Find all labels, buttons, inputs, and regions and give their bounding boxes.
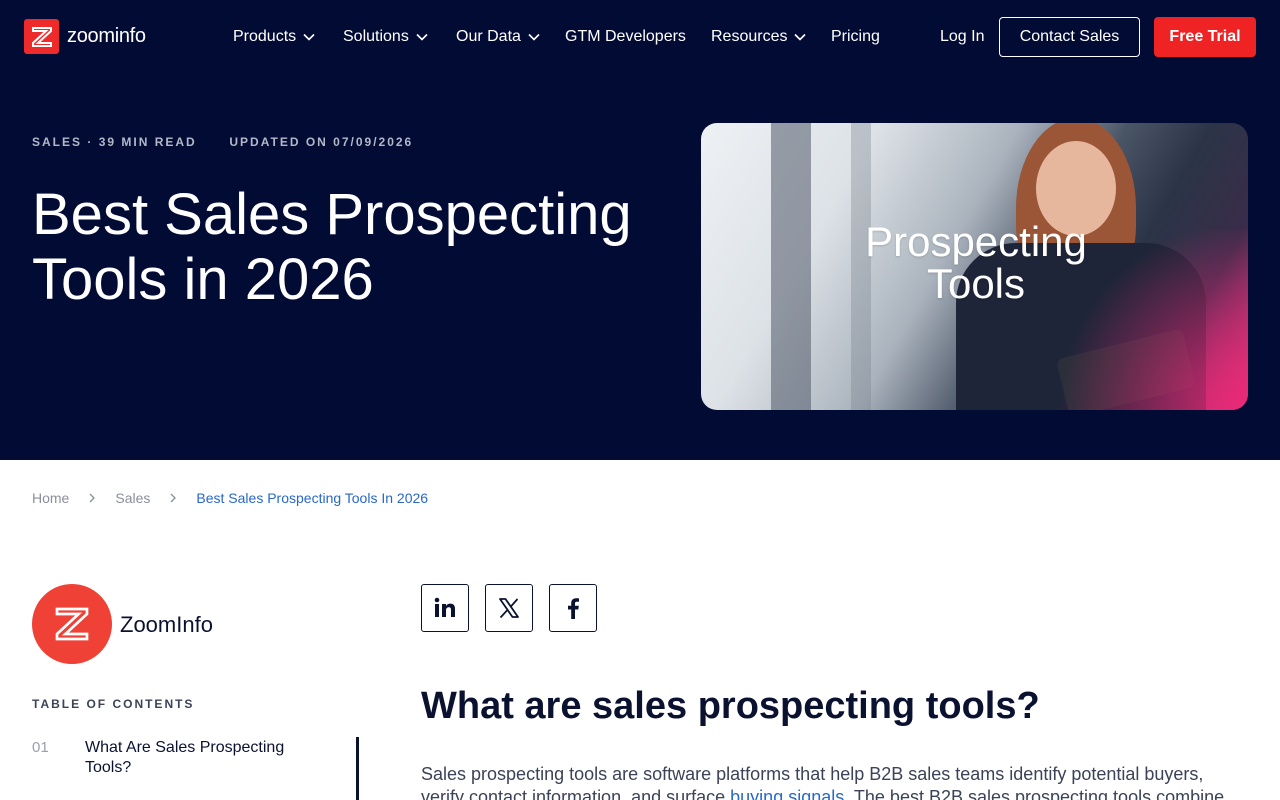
category-label[interactable]: SALES xyxy=(32,135,82,149)
share-linkedin-button[interactable] xyxy=(421,584,469,632)
nav-our-data-label: Our Data xyxy=(456,28,521,45)
author-name[interactable]: ZoomInfo xyxy=(120,612,213,638)
nav-products[interactable]: Products xyxy=(233,27,315,47)
hero-image-caption-line1: Prospecting xyxy=(865,218,1087,265)
nav-gtm-developers[interactable]: GTM Developers xyxy=(565,27,686,47)
read-time: · 39 MIN READ xyxy=(87,135,197,149)
updated-date: UPDATED ON 07/09/2026 xyxy=(229,135,414,149)
share-facebook-button[interactable] xyxy=(549,584,597,632)
login-link[interactable]: Log In xyxy=(940,27,984,47)
buying-signals-link[interactable]: buying signals xyxy=(730,787,844,800)
share-x-button[interactable] xyxy=(485,584,533,632)
breadcrumb-home[interactable]: Home xyxy=(32,490,69,506)
logo-text: zoominfo xyxy=(67,25,146,47)
top-navigation: zoominfo Products Solutions Our Data GTM… xyxy=(0,0,1280,74)
chevron-right-icon xyxy=(170,493,177,503)
breadcrumb-current: Best Sales Prospecting Tools In 2026 xyxy=(196,490,429,506)
breadcrumb: Home Sales Best Sales Prospecting Tools … xyxy=(32,490,428,506)
toc-active-indicator xyxy=(356,737,359,800)
zoominfo-z-icon xyxy=(24,19,59,54)
contact-sales-button[interactable]: Contact Sales xyxy=(999,17,1140,57)
hero-section: SALES · 39 MIN READ UPDATED ON 07/09/202… xyxy=(0,74,1280,460)
zoominfo-logo[interactable]: zoominfo xyxy=(24,19,146,54)
chevron-down-icon xyxy=(528,33,540,41)
nav-solutions[interactable]: Solutions xyxy=(343,27,428,47)
chevron-down-icon xyxy=(303,33,315,41)
x-twitter-icon xyxy=(499,598,519,619)
nav-products-label: Products xyxy=(233,28,297,45)
page-title: Best Sales Prospecting Tools in 2026 xyxy=(32,182,632,312)
nav-gtm-developers-label: GTM Developers xyxy=(565,28,686,45)
zoominfo-z-icon xyxy=(55,607,89,641)
nav-pricing-label: Pricing xyxy=(831,28,880,45)
intro-text-2: . The best B2B sales prospecting tools c… xyxy=(844,787,1225,800)
hero-image: Prospecting Tools xyxy=(701,123,1248,410)
nav-pricing[interactable]: Pricing xyxy=(831,27,880,47)
free-trial-button[interactable]: Free Trial xyxy=(1154,17,1256,57)
toc-item-number: 01 xyxy=(32,739,49,756)
article-meta: SALES · 39 MIN READ UPDATED ON 07/09/202… xyxy=(32,135,413,149)
facebook-icon xyxy=(568,598,579,619)
login-label: Log In xyxy=(940,28,985,45)
hero-image-caption-line2: Tools xyxy=(926,260,1026,307)
nav-solutions-label: Solutions xyxy=(343,28,409,45)
linkedin-icon xyxy=(434,597,455,617)
hero-image-caption: Prospecting Tools xyxy=(826,221,1126,305)
chevron-right-icon xyxy=(89,493,96,503)
nav-resources[interactable]: Resources xyxy=(711,27,807,47)
toc-item-what-are-sales-prospecting-tools[interactable]: What Are Sales Prospecting Tools? xyxy=(85,738,325,778)
intro-paragraph: Sales prospecting tools are software pla… xyxy=(421,763,1251,800)
nav-our-data[interactable]: Our Data xyxy=(456,27,540,47)
toc-title: TABLE OF CONTENTS xyxy=(32,697,195,711)
nav-resources-label: Resources xyxy=(711,28,788,45)
section-heading: What are sales prospecting tools? xyxy=(421,685,1040,727)
author-avatar[interactable] xyxy=(32,584,112,664)
chevron-down-icon xyxy=(416,33,428,41)
chevron-down-icon xyxy=(794,33,807,41)
breadcrumb-sales[interactable]: Sales xyxy=(115,490,150,506)
